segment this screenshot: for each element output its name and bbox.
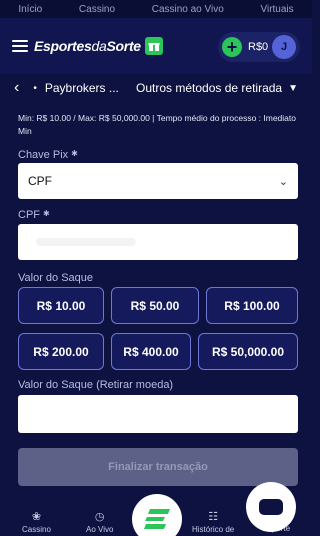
caret-down-icon: ▼ <box>288 82 298 94</box>
balance-value: R$0 <box>248 41 269 53</box>
amount-option-200[interactable]: R$ 200.00 <box>18 333 104 370</box>
cpf-input[interactable] <box>18 224 298 260</box>
amount-options-row-2: R$ 200.00 R$ 400.00 R$ 50,000.00 <box>18 333 298 370</box>
chevron-down-icon: ⌄ <box>278 175 288 188</box>
method-label: Outros métodos de retirada <box>136 81 283 95</box>
top-nav-cassino-ao-vivo[interactable]: Cassino ao Vivo <box>152 4 224 15</box>
pix-key-select[interactable]: CPF ⌄ <box>18 163 298 199</box>
top-nav-inicio[interactable]: Início <box>18 4 42 15</box>
brand-mark-icon <box>144 509 170 529</box>
home-logo-button[interactable] <box>132 494 182 536</box>
breadcrumb: ‹ • Paybrokers ... Outros métodos de ret… <box>0 74 312 102</box>
amount-options-row-1: R$ 10.00 R$ 50.00 R$ 100.00 <box>18 287 298 324</box>
bullet-icon: • <box>33 82 37 94</box>
withdraw-limits-text: Min: R$ 10.00 / Max: R$ 50,000.00 | Temp… <box>18 113 296 136</box>
amount-option-10[interactable]: R$ 10.00 <box>18 287 104 324</box>
cherries-icon: ❀ <box>31 511 42 523</box>
amount-option-400[interactable]: R$ 400.00 <box>111 333 191 370</box>
top-navigation: Início Cassino Cassino ao Vivo Virtuais <box>0 0 312 18</box>
clock-icon: ◷ <box>94 511 105 523</box>
amount-label: Valor do Saque <box>18 272 94 284</box>
hamburger-menu-icon[interactable] <box>12 40 28 52</box>
top-nav-cassino[interactable]: Cassino <box>79 4 115 15</box>
brand-logo[interactable]: Esportes da Sorte <box>34 37 163 55</box>
site-header: Esportes da Sorte + R$0 J <box>0 18 312 74</box>
finalize-transaction-button[interactable]: Finalizar transação <box>18 448 298 486</box>
gift-icon[interactable] <box>144 37 163 55</box>
pix-key-label: Chave Pix ✱ <box>18 149 78 161</box>
nav-ao-vivo[interactable]: ◷ Ao Vivo <box>86 510 113 534</box>
pix-key-value: CPF <box>28 174 52 188</box>
wallet-widget: + R$0 J <box>218 32 300 62</box>
currency-amount-input[interactable] <box>18 395 298 433</box>
top-nav-virtuais[interactable]: Virtuais <box>260 4 293 15</box>
deposit-plus-icon[interactable]: + <box>222 37 242 57</box>
masked-cpf-value <box>36 238 136 246</box>
nav-cassino[interactable]: ❀ Cassino <box>22 510 51 534</box>
amount-option-100[interactable]: R$ 100.00 <box>206 287 298 324</box>
document-icon: ☷ <box>208 511 219 523</box>
nav-historico[interactable]: ☷ Histórico de <box>192 510 234 534</box>
chat-bubble-icon <box>259 499 283 515</box>
chat-support-button[interactable] <box>246 482 296 532</box>
amount-option-50[interactable]: R$ 50.00 <box>111 287 199 324</box>
avatar[interactable]: J <box>272 35 296 59</box>
breadcrumb-provider[interactable]: Paybrokers ... <box>45 81 119 95</box>
method-selector[interactable]: Outros métodos de retirada ▼ <box>136 81 298 95</box>
cpf-label: CPF ✱ <box>18 209 50 221</box>
amount-option-50000[interactable]: R$ 50,000.00 <box>198 333 298 370</box>
required-asterisk-icon: ✱ <box>71 149 78 158</box>
currency-amount-label: Valor do Saque (Retirar moeda) <box>18 379 174 391</box>
required-asterisk-icon: ✱ <box>43 209 50 218</box>
back-arrow-icon[interactable]: ‹ <box>14 79 19 97</box>
